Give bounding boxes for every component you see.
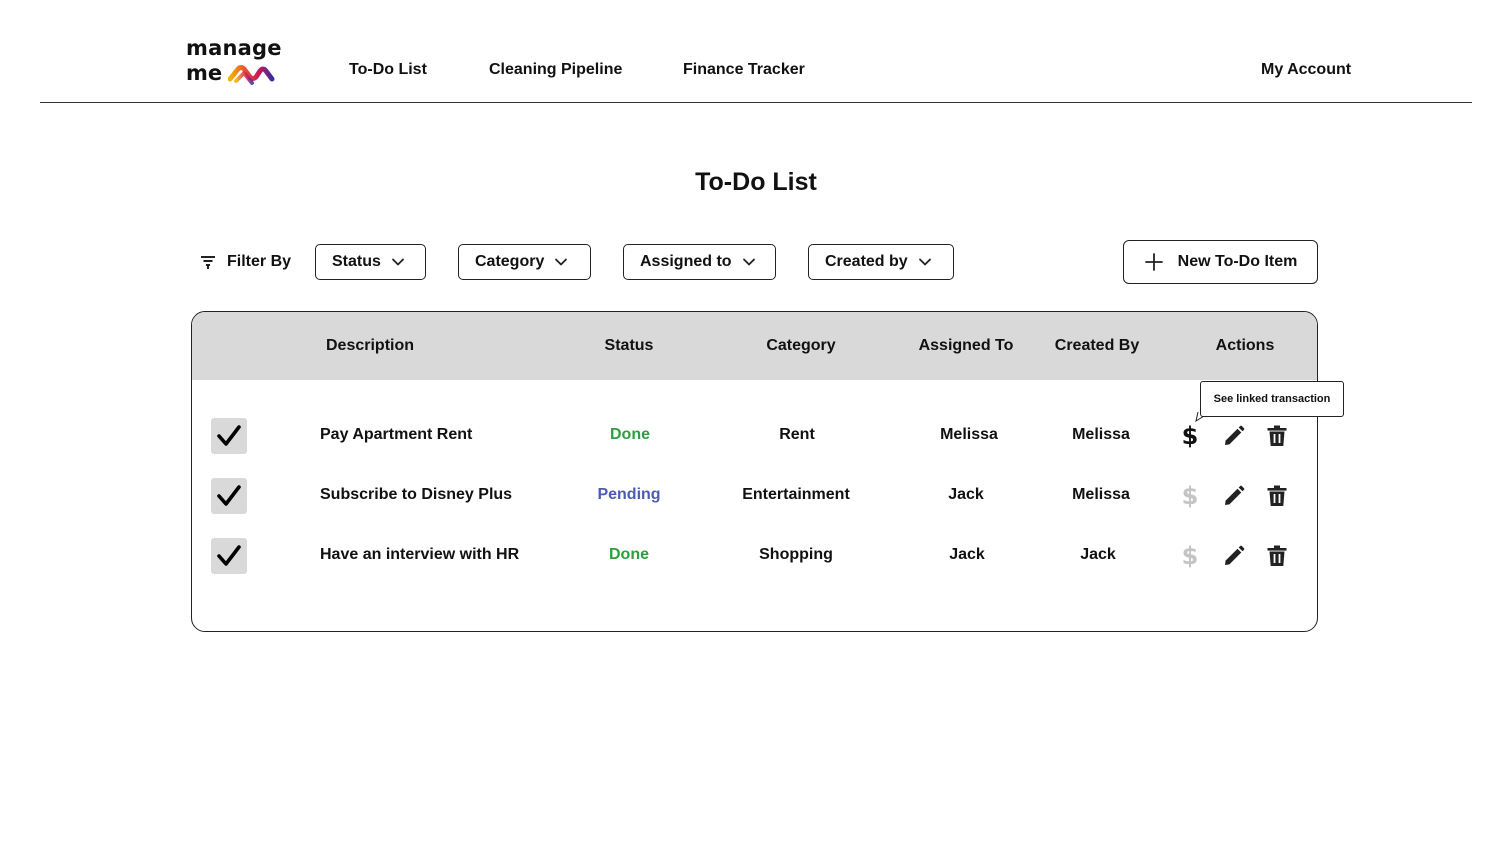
column-header-status: Status bbox=[604, 337, 654, 354]
filter-icon bbox=[201, 256, 215, 269]
row-created-by: Jack bbox=[1080, 546, 1116, 563]
row-description: Subscribe to Disney Plus bbox=[320, 486, 513, 503]
logo-mark-icon bbox=[228, 65, 275, 85]
created-by-filter-label: Created by bbox=[825, 253, 908, 270]
new-todo-item-button[interactable]: New To-Do Item bbox=[1123, 240, 1318, 284]
column-header-actions: Actions bbox=[1215, 337, 1275, 354]
linked-transaction-button[interactable]: $ bbox=[1177, 543, 1203, 569]
todo-table: Description Status Category Assigned To … bbox=[191, 311, 1318, 632]
row-category: Shopping bbox=[759, 546, 833, 563]
row-assigned-to: Jack bbox=[949, 546, 985, 563]
linked-transaction-tooltip: See linked transaction bbox=[1200, 381, 1344, 417]
assigned-to-filter-dropdown[interactable]: Assigned to bbox=[623, 244, 776, 280]
header-divider bbox=[40, 102, 1472, 103]
pencil-icon bbox=[1225, 425, 1245, 445]
app-logo[interactable]: manage me bbox=[186, 36, 286, 92]
linked-transaction-button[interactable]: $ bbox=[1177, 423, 1203, 449]
row-status: Pending bbox=[597, 486, 661, 503]
linked-transaction-button[interactable]: $ bbox=[1177, 483, 1203, 509]
delete-button[interactable] bbox=[1264, 483, 1290, 509]
table-row: Subscribe to Disney Plus Pending Enterta… bbox=[192, 473, 1317, 517]
table-row: Have an interview with HR Done Shopping … bbox=[192, 533, 1317, 577]
row-status: Done bbox=[610, 426, 650, 443]
chevron-down-icon bbox=[742, 258, 755, 266]
row-assigned-to: Jack bbox=[948, 486, 984, 503]
nav-my-account[interactable]: My Account bbox=[1261, 60, 1351, 80]
row-assigned-to: Melissa bbox=[940, 426, 998, 443]
table-header: Description Status Category Assigned To … bbox=[192, 312, 1317, 380]
pencil-icon bbox=[1225, 485, 1245, 505]
category-filter-label: Category bbox=[475, 253, 545, 270]
row-created-by: Melissa bbox=[1072, 486, 1130, 503]
assigned-to-filter-label: Assigned to bbox=[640, 253, 732, 270]
delete-button[interactable] bbox=[1264, 423, 1290, 449]
filter-by-text: Filter By bbox=[227, 253, 292, 270]
row-checkbox[interactable] bbox=[211, 538, 247, 574]
row-status: Done bbox=[609, 546, 649, 563]
checkmark-icon bbox=[217, 485, 241, 506]
column-header-created-by: Created By bbox=[1054, 337, 1140, 354]
logo-text-line1: manage bbox=[186, 36, 282, 60]
nav-cleaning-pipeline[interactable]: Cleaning Pipeline bbox=[489, 60, 622, 80]
category-filter-dropdown[interactable]: Category bbox=[458, 244, 591, 280]
chevron-down-icon bbox=[918, 258, 931, 266]
status-filter-label: Status bbox=[332, 253, 381, 270]
new-todo-item-label: New To-Do Item bbox=[1177, 253, 1298, 270]
nav-todo-list[interactable]: To-Do List bbox=[349, 60, 427, 80]
logo-text-line2: me bbox=[186, 61, 223, 85]
row-checkbox[interactable] bbox=[211, 418, 247, 454]
row-created-by: Melissa bbox=[1072, 426, 1130, 443]
created-by-filter-dropdown[interactable]: Created by bbox=[808, 244, 954, 280]
checkmark-icon bbox=[217, 545, 241, 566]
delete-button[interactable] bbox=[1264, 543, 1290, 569]
trash-icon bbox=[1267, 425, 1287, 446]
status-filter-dropdown[interactable]: Status bbox=[315, 244, 426, 280]
edit-button[interactable] bbox=[1221, 483, 1247, 509]
row-category: Rent bbox=[779, 426, 815, 443]
column-header-description: Description bbox=[325, 337, 415, 354]
page-title: To-Do List bbox=[695, 168, 817, 196]
row-checkbox[interactable] bbox=[211, 478, 247, 514]
chevron-down-icon bbox=[555, 258, 568, 266]
trash-icon bbox=[1267, 545, 1287, 566]
edit-button[interactable] bbox=[1221, 423, 1247, 449]
row-description: Have an interview with HR bbox=[320, 546, 520, 563]
trash-icon bbox=[1267, 485, 1287, 506]
row-description: Pay Apartment Rent bbox=[320, 426, 473, 443]
checkmark-icon bbox=[217, 425, 241, 446]
row-category: Entertainment bbox=[742, 486, 850, 503]
table-row: Pay Apartment Rent Done Rent Melissa Mel… bbox=[192, 413, 1317, 457]
column-header-category: Category bbox=[766, 337, 836, 354]
pencil-icon bbox=[1225, 545, 1245, 565]
edit-button[interactable] bbox=[1221, 543, 1247, 569]
nav-finance-tracker[interactable]: Finance Tracker bbox=[683, 60, 805, 80]
chevron-down-icon bbox=[392, 258, 404, 266]
filter-by-label: Filter By bbox=[200, 251, 291, 273]
column-header-assigned-to: Assigned To bbox=[918, 337, 1014, 354]
plus-icon bbox=[1144, 253, 1163, 271]
